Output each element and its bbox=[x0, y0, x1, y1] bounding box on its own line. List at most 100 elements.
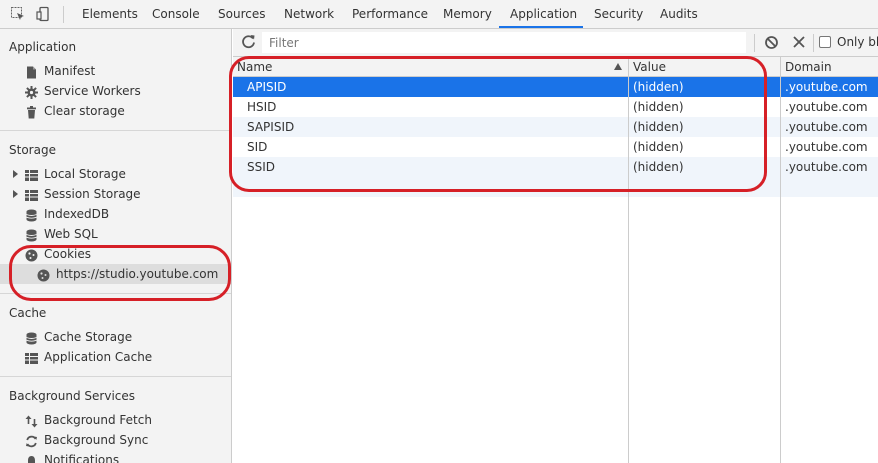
cookie-name-cell: SAPISID bbox=[247, 120, 295, 134]
section-title-storage: Storage bbox=[9, 143, 56, 157]
cookie-domain-cell: .youtube.com bbox=[785, 120, 868, 134]
section-divider bbox=[0, 376, 231, 377]
cookie-name-cell: SSID bbox=[247, 160, 276, 174]
tab-network[interactable]: Network bbox=[284, 0, 334, 29]
cookies-toolbar: Only blo bbox=[233, 29, 878, 57]
cookie-value-cell: (hidden) bbox=[633, 100, 684, 114]
sidebar-item-notifications[interactable]: Notifications bbox=[0, 450, 231, 463]
document-icon bbox=[25, 65, 38, 79]
table-row[interactable]: SID (hidden) .youtube.com bbox=[233, 137, 878, 157]
sidebar-item-label: Cache Storage bbox=[44, 330, 133, 344]
column-divider bbox=[628, 57, 629, 463]
sort-ascending-icon bbox=[614, 63, 622, 70]
cookie-name-cell: HSID bbox=[247, 100, 277, 114]
database-icon bbox=[25, 228, 38, 242]
cookie-domain-cell: .youtube.com bbox=[785, 100, 868, 114]
only-blocked-checkbox[interactable] bbox=[819, 36, 831, 48]
clear-all-icon[interactable] bbox=[764, 35, 779, 50]
grid-icon bbox=[25, 351, 38, 364]
tab-application[interactable]: Application bbox=[510, 0, 577, 29]
tab-security[interactable]: Security bbox=[594, 0, 643, 29]
cookie-value-cell: (hidden) bbox=[633, 80, 684, 94]
sidebar-item-label: Notifications bbox=[44, 453, 120, 463]
refresh-icon[interactable] bbox=[241, 34, 256, 49]
column-header-name[interactable]: Name bbox=[233, 57, 628, 77]
grid-icon bbox=[25, 168, 38, 181]
trash-icon bbox=[25, 105, 38, 119]
sidebar-item-local-storage[interactable]: Local Storage bbox=[0, 164, 231, 184]
tab-performance[interactable]: Performance bbox=[352, 0, 428, 29]
section-title-cache: Cache bbox=[9, 306, 47, 320]
active-tab-indicator bbox=[499, 26, 583, 28]
sidebar-item-label: Local Storage bbox=[44, 167, 126, 181]
section-title-application: Application bbox=[9, 40, 77, 54]
delete-selected-icon[interactable] bbox=[792, 35, 806, 49]
cookies-table: Name Value Domain APISID (hidden) .youtu… bbox=[233, 57, 878, 463]
section-divider bbox=[0, 293, 231, 294]
tab-sources[interactable]: Sources bbox=[218, 0, 265, 29]
sidebar-item-label: Cookies bbox=[44, 247, 91, 261]
sidebar-item-clear-storage[interactable]: Clear storage bbox=[0, 101, 231, 121]
cookie-icon bbox=[25, 248, 38, 262]
tab-elements[interactable]: Elements bbox=[82, 0, 138, 29]
filter-input[interactable] bbox=[262, 32, 746, 53]
only-blocked-label[interactable]: Only blo bbox=[837, 35, 878, 49]
table-row[interactable]: SSID (hidden) .youtube.com bbox=[233, 157, 878, 177]
column-header-value[interactable]: Value bbox=[629, 57, 780, 77]
sync-icon bbox=[25, 434, 38, 448]
sidebar-item-label: https://studio.youtube.com bbox=[56, 267, 219, 281]
section-title-background-services: Background Services bbox=[9, 389, 136, 403]
tab-audits[interactable]: Audits bbox=[660, 0, 698, 29]
section-divider bbox=[0, 130, 231, 131]
sidebar-item-session-storage[interactable]: Session Storage bbox=[0, 184, 231, 204]
toolbar-separator bbox=[754, 34, 755, 52]
sidebar-item-label: Session Storage bbox=[44, 187, 141, 201]
sidebar-item-label: Application Cache bbox=[44, 350, 153, 364]
sidebar-item-background-sync[interactable]: Background Sync bbox=[0, 430, 231, 450]
cookie-name-cell: SID bbox=[247, 140, 268, 154]
cookie-value-cell: (hidden) bbox=[633, 120, 684, 134]
table-row[interactable]: SAPISID (hidden) .youtube.com bbox=[233, 117, 878, 137]
sidebar-item-label: Clear storage bbox=[44, 104, 125, 118]
sidebar-item-label: Background Sync bbox=[44, 433, 149, 447]
cookie-domain-cell: .youtube.com bbox=[785, 140, 868, 154]
expand-arrow-icon[interactable] bbox=[13, 190, 18, 198]
gear-icon bbox=[25, 85, 38, 99]
expand-arrow-icon[interactable] bbox=[13, 170, 18, 178]
tab-console[interactable]: Console bbox=[152, 0, 200, 29]
sidebar-item-web-sql[interactable]: Web SQL bbox=[0, 224, 231, 244]
column-divider bbox=[780, 57, 781, 463]
sidebar-item-manifest[interactable]: Manifest bbox=[0, 61, 231, 81]
grid-icon bbox=[25, 188, 38, 201]
cookie-domain-cell: .youtube.com bbox=[785, 160, 868, 174]
sidebar-item-label: Manifest bbox=[44, 64, 96, 78]
tabbar-separator bbox=[63, 6, 64, 23]
sidebar-item-label: Service Workers bbox=[44, 84, 141, 98]
table-header: Name Value Domain bbox=[233, 57, 878, 77]
toolbar-separator bbox=[813, 34, 814, 52]
sidebar-item-cookies[interactable]: Cookies bbox=[0, 244, 231, 264]
table-row[interactable]: HSID (hidden) .youtube.com bbox=[233, 97, 878, 117]
sidebar-item-cache-storage[interactable]: Cache Storage bbox=[0, 327, 231, 347]
table-row[interactable]: APISID (hidden) .youtube.com bbox=[233, 77, 878, 97]
sidebar-item-label: Web SQL bbox=[44, 227, 98, 241]
bell-icon bbox=[25, 454, 38, 463]
sidebar-item-cookie-origin[interactable]: https://studio.youtube.com bbox=[0, 264, 231, 284]
sidebar-item-service-workers[interactable]: Service Workers bbox=[0, 81, 231, 101]
sidebar-item-indexeddb[interactable]: IndexedDB bbox=[0, 204, 231, 224]
sidebar-item-label: Background Fetch bbox=[44, 413, 152, 427]
column-header-domain[interactable]: Domain bbox=[781, 57, 878, 77]
devtools-tabbar: Elements Console Sources Network Perform… bbox=[0, 0, 878, 29]
cookie-value-cell: (hidden) bbox=[633, 140, 684, 154]
cookie-value-cell: (hidden) bbox=[633, 160, 684, 174]
inspect-element-icon[interactable] bbox=[10, 6, 26, 22]
cookie-domain-cell: .youtube.com bbox=[785, 80, 868, 94]
tab-memory[interactable]: Memory bbox=[443, 0, 492, 29]
sidebar-item-background-fetch[interactable]: Background Fetch bbox=[0, 410, 231, 430]
database-icon bbox=[25, 331, 38, 345]
cookie-name-cell: APISID bbox=[247, 80, 287, 94]
application-sidebar: Application Manifest Service Workers Cle… bbox=[0, 29, 232, 463]
sidebar-item-application-cache[interactable]: Application Cache bbox=[0, 347, 231, 367]
device-toolbar-icon[interactable] bbox=[36, 6, 52, 22]
database-icon bbox=[25, 208, 38, 222]
